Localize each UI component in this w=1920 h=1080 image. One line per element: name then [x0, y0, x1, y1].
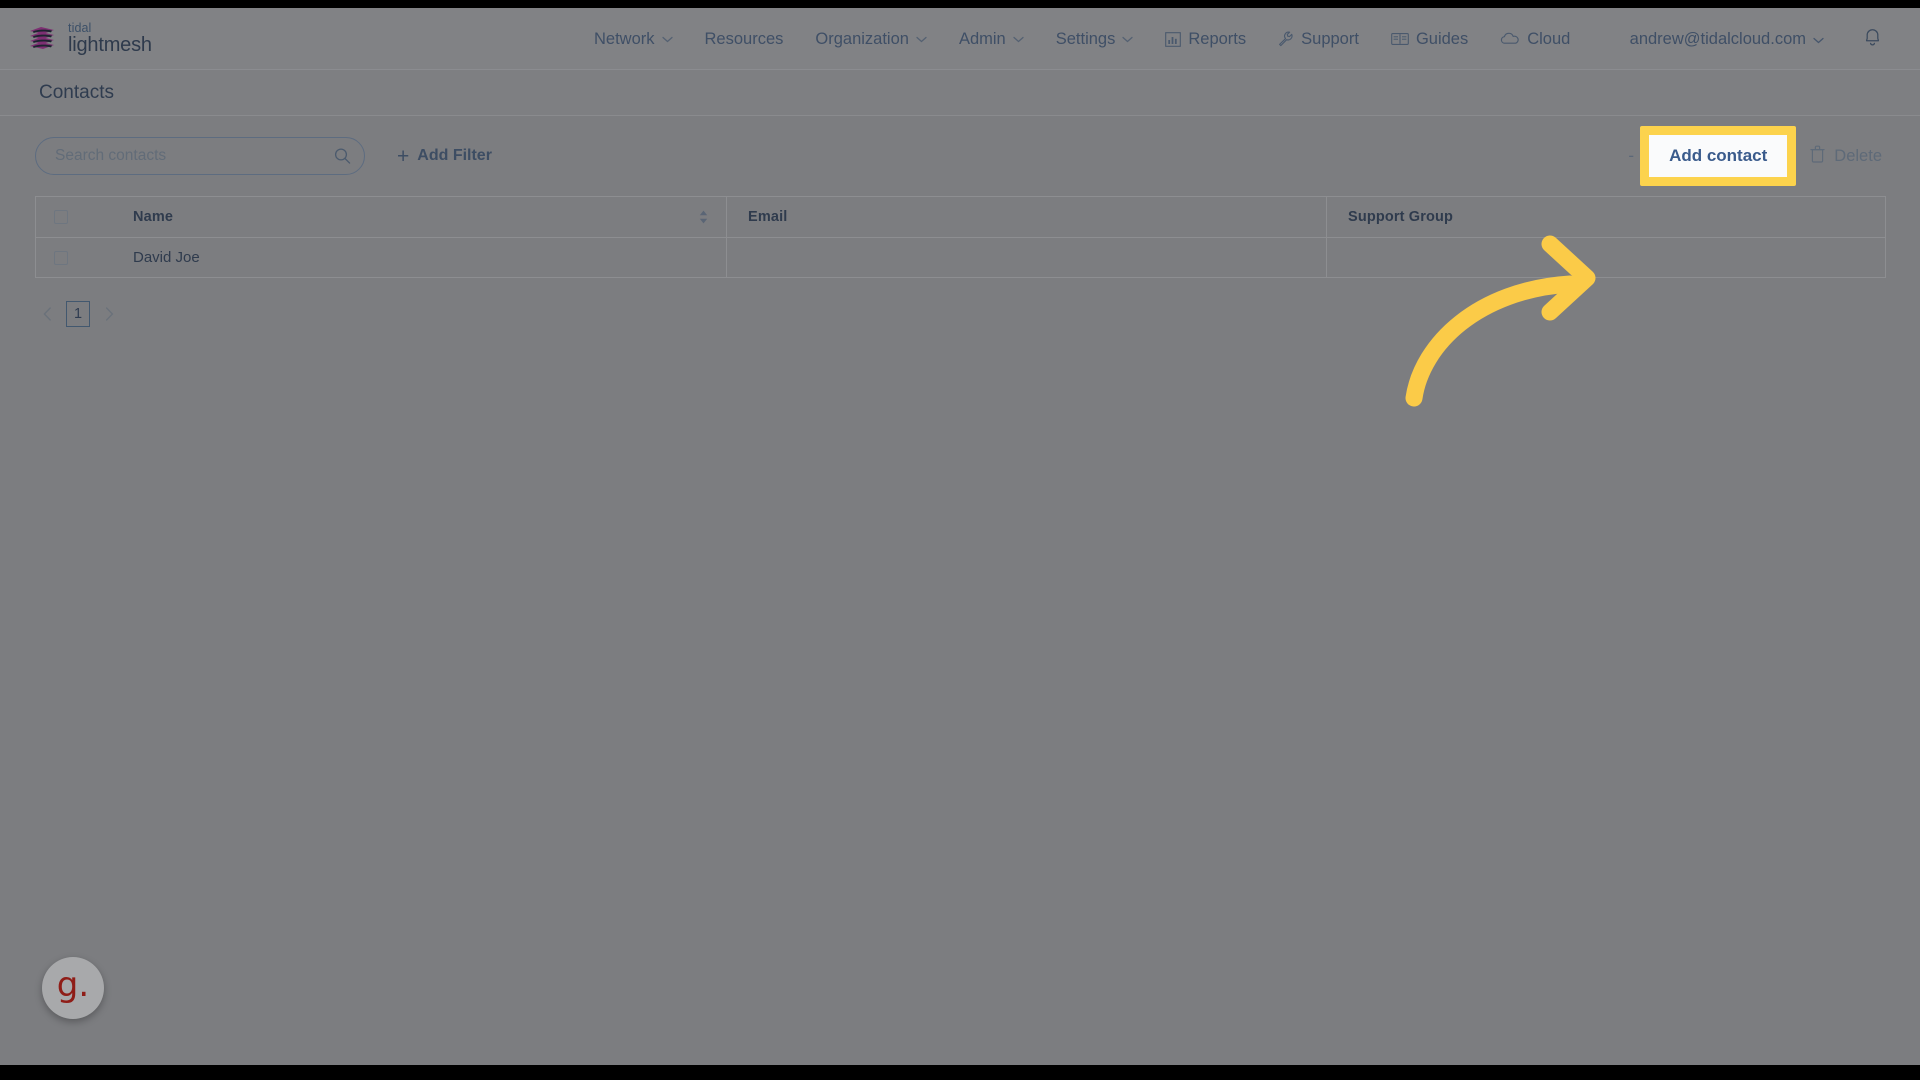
user-email-label: andrew@tidalcloud.com	[1629, 29, 1806, 48]
search-contacts-field[interactable]	[35, 137, 365, 175]
chevron-left-icon[interactable]	[38, 302, 56, 326]
contacts-table: Name Email Support Group David Joe	[35, 196, 1886, 278]
application-window: tidal lightmesh Network Resources Organi…	[0, 8, 1920, 1065]
table-row[interactable]: David Joe	[36, 238, 1885, 278]
table-header-row: Name Email Support Group	[36, 197, 1885, 238]
main-menu: Network Resources Organization Admin Set…	[578, 8, 1586, 70]
column-label-email: Email	[748, 209, 788, 225]
nav-item-resources[interactable]: Resources	[689, 8, 800, 70]
nav-item-organization[interactable]: Organization	[799, 8, 943, 70]
page-header: Contacts	[0, 70, 1920, 116]
chevron-down-icon	[661, 36, 673, 43]
delete-label: Delete	[1834, 146, 1882, 165]
brand-logo[interactable]: tidal lightmesh	[27, 20, 152, 56]
brand-name-top: tidal	[68, 20, 92, 35]
column-header-support-group[interactable]: Support Group	[1326, 197, 1885, 237]
sort-toggle-icon[interactable]	[699, 210, 708, 224]
nav-item-support[interactable]: Support	[1262, 8, 1375, 70]
nav-label-network: Network	[594, 29, 655, 48]
add-filter-label: Add Filter	[417, 147, 492, 164]
row-select-cell	[36, 250, 86, 265]
nav-item-guides[interactable]: Guides	[1375, 8, 1484, 70]
column-header-name[interactable]: Name	[86, 197, 726, 237]
pagination: 1	[38, 301, 118, 327]
contact-name: David Joe	[133, 249, 200, 266]
brand-name-bottom: lightmesh	[68, 33, 152, 56]
toolbar-actions: - Add contact Delete	[1622, 116, 1882, 196]
toolbar-separator: -	[1628, 146, 1635, 165]
nav-label-organization: Organization	[815, 29, 909, 48]
search-input[interactable]	[35, 137, 365, 175]
guidde-widget-button[interactable]: g.	[42, 957, 104, 1019]
nav-label-guides: Guides	[1415, 29, 1469, 48]
guidde-logo-icon: g.	[56, 965, 90, 1005]
screen-frame: tidal lightmesh Network Resources Organi…	[0, 0, 1920, 1080]
cell-support-group	[1326, 238, 1885, 277]
add-contact-button[interactable]: Add contact	[1649, 135, 1788, 177]
nav-item-settings[interactable]: Settings	[1040, 8, 1150, 70]
cloud-icon	[1500, 32, 1520, 46]
user-account-menu[interactable]: andrew@tidalcloud.com	[1630, 8, 1824, 70]
nav-item-cloud[interactable]: Cloud	[1484, 8, 1586, 70]
wrench-icon	[1278, 31, 1294, 47]
cell-email	[726, 238, 1326, 277]
page-title: Contacts	[39, 81, 114, 103]
cell-name: David Joe	[86, 238, 726, 277]
select-all-checkbox[interactable]	[54, 210, 68, 224]
page-content: + Add Filter - Add contact	[0, 116, 1920, 1065]
nav-label-settings: Settings	[1055, 29, 1116, 48]
chevron-down-icon	[1013, 36, 1024, 43]
nav-label-resources: Resources	[704, 29, 784, 48]
column-label-support-group: Support Group	[1348, 209, 1454, 225]
chevron-down-icon	[916, 36, 927, 43]
brand-wordmark: tidal lightmesh	[68, 20, 152, 56]
top-navigation-bar: tidal lightmesh Network Resources Organi…	[0, 8, 1920, 70]
book-icon	[1391, 32, 1409, 46]
bell-icon	[1863, 26, 1882, 52]
nav-item-admin[interactable]: Admin	[943, 8, 1040, 70]
plus-icon: +	[397, 144, 410, 168]
delete-button[interactable]: Delete	[1810, 145, 1882, 168]
notifications-button[interactable]	[1863, 8, 1882, 70]
page-number-1[interactable]: 1	[66, 301, 90, 327]
nav-label-support: Support	[1301, 29, 1359, 48]
add-contact-highlight: Add contact	[1640, 126, 1797, 186]
search-icon[interactable]	[334, 148, 351, 165]
nav-label-reports: Reports	[1188, 29, 1247, 48]
select-all-cell	[36, 210, 86, 224]
nav-label-admin: Admin	[958, 29, 1006, 48]
stacked-layers-logo-icon	[27, 23, 57, 53]
nav-item-reports[interactable]: Reports	[1149, 8, 1262, 70]
row-checkbox[interactable]	[54, 250, 68, 265]
trash-icon	[1810, 145, 1825, 168]
bar-chart-icon	[1165, 31, 1182, 47]
chevron-down-icon	[1122, 36, 1134, 43]
column-label-name: Name	[133, 209, 174, 225]
nav-item-network[interactable]: Network	[578, 8, 689, 70]
list-toolbar: + Add Filter - Add contact	[0, 116, 1920, 196]
add-filter-button[interactable]: + Add Filter	[397, 146, 492, 167]
nav-label-cloud: Cloud	[1527, 29, 1571, 48]
chevron-down-icon	[1813, 30, 1824, 49]
column-header-email[interactable]: Email	[726, 197, 1326, 237]
chevron-right-icon[interactable]	[100, 302, 118, 326]
